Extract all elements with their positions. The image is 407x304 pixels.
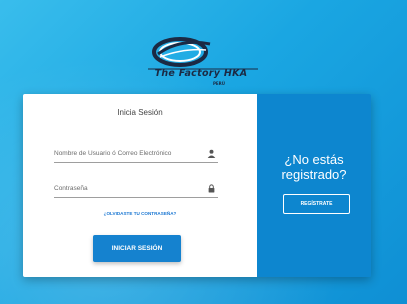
login-button[interactable]: INICIAR SESIÓN (93, 235, 181, 262)
forgot-password-link[interactable]: ¿OLVIDASTE TU CONTRASEÑA? (23, 211, 257, 216)
register-panel: ¿No estás registrado? REGÍSTRATE (257, 94, 371, 277)
auth-card: Inicia Sesión ¿OLVIDASTE TU CONTRASEÑA? … (23, 94, 371, 277)
brand-swoosh-icon (148, 37, 258, 70)
username-field (54, 145, 218, 163)
brand-name: The Factory HKA (154, 68, 248, 79)
brand-sub: PERÚ (213, 81, 225, 86)
brand-logo: The Factory HKA PERÚ (140, 30, 262, 88)
password-input[interactable] (54, 180, 204, 197)
register-button[interactable]: REGÍSTRATE (283, 194, 350, 214)
login-title: Inicia Sesión (117, 108, 163, 117)
password-field (54, 180, 218, 198)
username-input[interactable] (54, 145, 204, 162)
lock-icon (208, 184, 215, 193)
person-icon (207, 149, 216, 158)
register-title: ¿No estás registrado? (281, 152, 347, 182)
login-panel: Inicia Sesión ¿OLVIDASTE TU CONTRASEÑA? … (23, 94, 257, 277)
